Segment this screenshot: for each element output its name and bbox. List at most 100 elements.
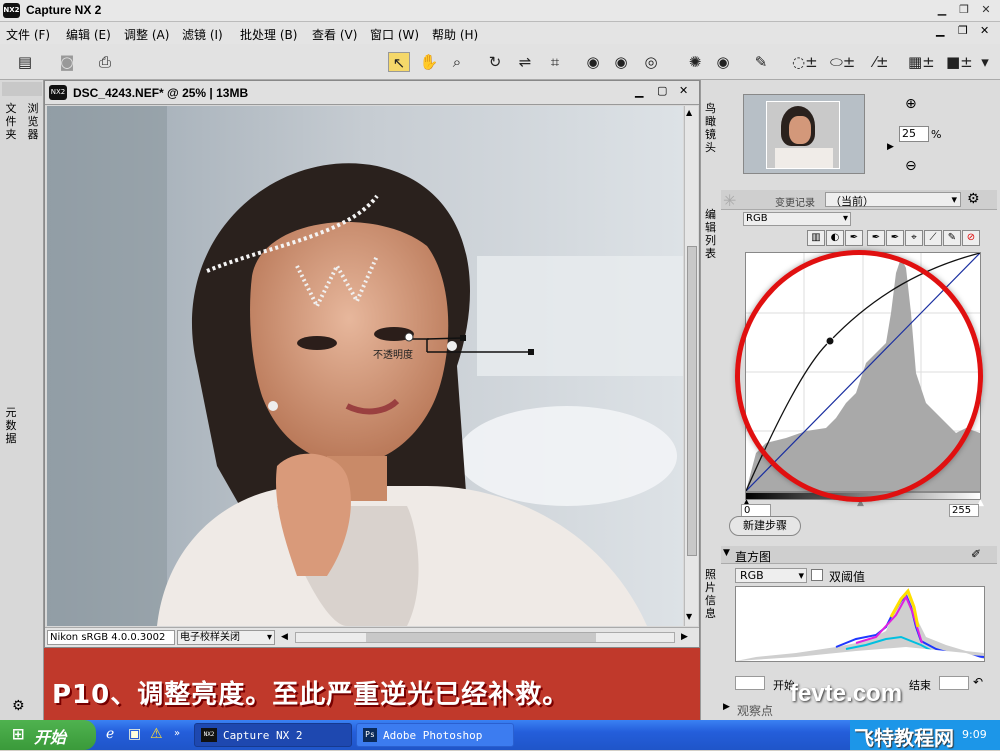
white-control-point-icon[interactable]: ◎ — [640, 52, 662, 72]
black-point-eyedropper-icon[interactable]: ✒ — [845, 230, 863, 246]
zoom-input[interactable]: 25 — [899, 126, 929, 142]
range-max-input[interactable]: 255 — [949, 504, 979, 517]
scroll-down-icon[interactable]: ▼ — [686, 612, 692, 621]
fill-remove-selection-icon[interactable]: ■± — [946, 52, 973, 72]
watermark-brand: 飞特教程网 — [854, 726, 954, 750]
hand-tool-icon[interactable]: ✋ — [418, 52, 440, 72]
selection-brush-icon[interactable]: ⁄± — [870, 52, 892, 72]
caption-text: P10、调整亮度。至此严重逆光已经补救。 — [52, 680, 570, 710]
white-point-eyedropper-icon[interactable]: ✒ — [886, 230, 904, 246]
menu-edit[interactable]: 编辑 (E) — [66, 26, 111, 43]
menu-adjust[interactable]: 调整 (A) — [124, 26, 169, 43]
tab-edit-list[interactable]: 编辑列表 — [705, 208, 719, 260]
add-anchor-icon[interactable]: ⌖ — [905, 230, 923, 246]
horizontal-scroll-thumb[interactable] — [366, 633, 596, 642]
explorer-quicklaunch-icon[interactable]: ▣ — [128, 726, 141, 742]
history-value: （当前） — [830, 195, 874, 208]
crop-tool-icon[interactable]: ⌗ — [544, 52, 566, 72]
menu-restore-icon[interactable]: ❐ — [958, 24, 968, 37]
document-title: DSC_4243.NEF* @ 25% | 13MB — [73, 86, 249, 100]
chevron-down-icon: ▾ — [951, 193, 957, 206]
scroll-right-icon[interactable]: ▶ — [681, 632, 688, 642]
vertical-scroll-thumb[interactable] — [687, 246, 697, 556]
restore-icon[interactable]: ❐ — [956, 3, 972, 17]
menu-minimize-icon[interactable]: ▁ — [936, 24, 944, 37]
zoom-in-icon[interactable]: ⊕ — [905, 96, 917, 112]
dock-settings-gear-icon[interactable]: ⚙ — [12, 698, 25, 714]
task-photoshop[interactable]: Ps Adobe Photoshop — [356, 723, 514, 747]
end-label: 结束 — [909, 679, 931, 692]
black-control-point-icon[interactable]: ◉ — [582, 52, 604, 72]
watermark-site: fevte.com — [790, 680, 903, 707]
control-point-label: 不透明度 — [373, 350, 413, 361]
print-icon[interactable]: ⎙ — [94, 52, 116, 72]
menu-close-icon[interactable]: ✕ — [980, 24, 989, 37]
tab-browser[interactable]: 浏览器 — [26, 102, 40, 141]
auto-contrast-icon[interactable]: ✎ — [943, 230, 961, 246]
history-select[interactable]: （当前） ▾ — [825, 192, 961, 208]
scroll-left-icon[interactable]: ◀ — [281, 632, 288, 642]
collapse-triangle-icon[interactable]: ▼ — [723, 548, 730, 558]
photo-canvas[interactable]: 不透明度 — [47, 106, 683, 626]
menu-file[interactable]: 文件 (F) — [6, 26, 50, 43]
clock: 9:09 — [962, 728, 987, 741]
dual-threshold-checkbox[interactable] — [811, 569, 823, 581]
expand-triangle-icon[interactable]: ▶ — [723, 702, 730, 712]
selection-menu-icon[interactable]: ▾ — [974, 52, 996, 72]
warning-quicklaunch-icon[interactable]: ⚠ — [150, 726, 163, 742]
portrait-photo — [47, 106, 683, 626]
scroll-up-icon[interactable]: ▲ — [686, 108, 692, 117]
browser-toggle-icon[interactable]: ▤ — [14, 52, 36, 72]
lasso-selection-icon[interactable]: ◌± — [792, 52, 818, 72]
eye-icon[interactable]: ◉ — [712, 52, 734, 72]
histogram-channel-select[interactable]: RGB ▾ — [735, 568, 807, 583]
histogram-mode-icon[interactable]: ▥ — [807, 230, 825, 246]
start-button[interactable]: ⊞ 开始 — [0, 720, 96, 750]
birds-eye-view-box[interactable] — [766, 101, 840, 169]
history-label: 变更记录 — [775, 198, 815, 209]
zoom-unit: % — [931, 128, 942, 141]
menu-view[interactable]: 查看 (V) — [312, 26, 357, 43]
contrast-mode-icon[interactable]: ◐ — [826, 230, 844, 246]
marquee-selection-icon[interactable]: ⬭± — [830, 52, 855, 72]
menu-window[interactable]: 窗口 (W) — [370, 26, 419, 43]
direct-select-tool-icon[interactable]: ↖ — [388, 52, 410, 72]
ie-quicklaunch-icon[interactable]: ℯ — [106, 726, 114, 742]
soft-proof-select[interactable]: 电子校样关闭 ▾ — [177, 630, 275, 645]
birds-eye-thumbnail[interactable] — [743, 94, 865, 174]
linear-curve-icon[interactable]: ⟋ — [924, 230, 942, 246]
new-step-button[interactable]: 新建步骤 — [729, 516, 801, 536]
tab-folders[interactable]: 文件夹 — [4, 102, 18, 141]
menu-help[interactable]: 帮助 (H) — [432, 26, 478, 43]
tab-metadata[interactable]: 元数据 — [4, 406, 18, 445]
histogram-start-input[interactable] — [735, 676, 765, 690]
zoom-slider-arrow-icon[interactable]: ▶ — [887, 142, 894, 152]
quicklaunch-more-icon[interactable]: » — [174, 728, 180, 739]
close-icon[interactable]: ✕ — [978, 3, 994, 17]
neutral-control-point-icon[interactable]: ◉ — [610, 52, 632, 72]
doc-close-icon[interactable]: ✕ — [679, 84, 688, 97]
curve-channel-select[interactable]: RGB ▾ — [743, 212, 851, 226]
neutral-eyedropper-icon[interactable]: ✒ — [867, 230, 885, 246]
camera-icon[interactable]: ◙ — [56, 52, 78, 72]
minimize-icon[interactable]: ▁ — [934, 3, 950, 17]
auto-retouch-brush-icon[interactable]: ✎ — [750, 52, 772, 72]
doc-minimize-icon[interactable]: ▁ — [635, 85, 643, 98]
histogram-end-input[interactable] — [939, 676, 969, 690]
straighten-tool-icon[interactable]: ⇌ — [514, 52, 536, 72]
zoom-out-icon[interactable]: ⊖ — [905, 158, 917, 174]
menu-batch[interactable]: 批处理 (B) — [240, 26, 297, 43]
task-capture-nx[interactable]: NX2 Capture NX 2 — [194, 723, 352, 747]
gradient-selection-icon[interactable]: ▦± — [908, 52, 935, 72]
menu-filter[interactable]: 滤镜 (I) — [182, 26, 223, 43]
tab-birds-eye[interactable]: 鸟瞰镜头 — [705, 102, 719, 154]
document-vertical-scrollbar[interactable]: ▲ ▼ — [684, 106, 698, 626]
tab-photo-info[interactable]: 照片信息 — [705, 568, 719, 620]
red-eye-tool-icon[interactable]: ✺ — [684, 52, 706, 72]
watch-points-label[interactable]: 观察点 — [737, 702, 773, 719]
system-tray: 飞特教程网 9:09 — [850, 720, 1000, 750]
rotate-tool-icon[interactable]: ↻ — [484, 52, 506, 72]
doc-maximize-icon[interactable]: ▢ — [657, 84, 667, 97]
zoom-tool-icon[interactable]: ⌕ — [446, 52, 468, 72]
horizontal-scrollbar[interactable] — [295, 632, 675, 643]
